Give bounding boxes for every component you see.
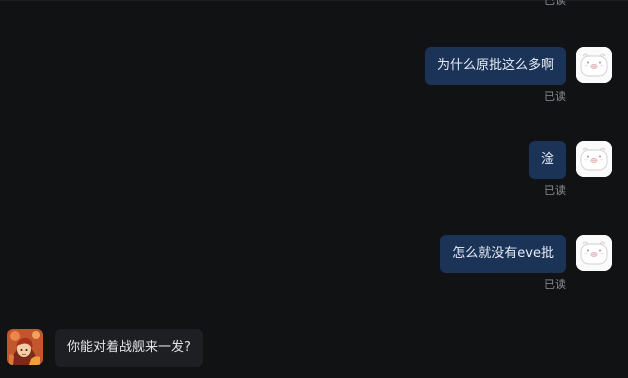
self-avatar[interactable] <box>576 47 612 83</box>
white-pig-avatar-icon <box>576 141 612 177</box>
chat-window: 已读 为什么原批这么多啊 已读 淦 已读 怎么就没有eve批 已读 你能对着战舰… <box>0 0 628 378</box>
self-avatar[interactable] <box>576 141 612 177</box>
top-divider <box>0 0 628 1</box>
message-bubble-outgoing[interactable]: 为什么原批这么多啊 <box>424 47 566 85</box>
other-avatar[interactable] <box>7 329 43 365</box>
message-bubble-incoming[interactable]: 你能对着战舰来一发? <box>55 329 203 367</box>
self-avatar[interactable] <box>576 235 612 271</box>
anime-character-avatar-icon <box>7 329 43 365</box>
read-receipt: 已读 <box>544 90 566 103</box>
read-receipt: 已读 <box>544 278 566 291</box>
white-pig-avatar-icon <box>576 47 612 83</box>
read-receipt-top: 已读 <box>544 0 566 7</box>
message-bubble-outgoing[interactable]: 淦 <box>528 141 566 179</box>
message-bubble-outgoing[interactable]: 怎么就没有eve批 <box>440 235 566 273</box>
read-receipt: 已读 <box>544 184 566 197</box>
white-pig-avatar-icon <box>576 235 612 271</box>
